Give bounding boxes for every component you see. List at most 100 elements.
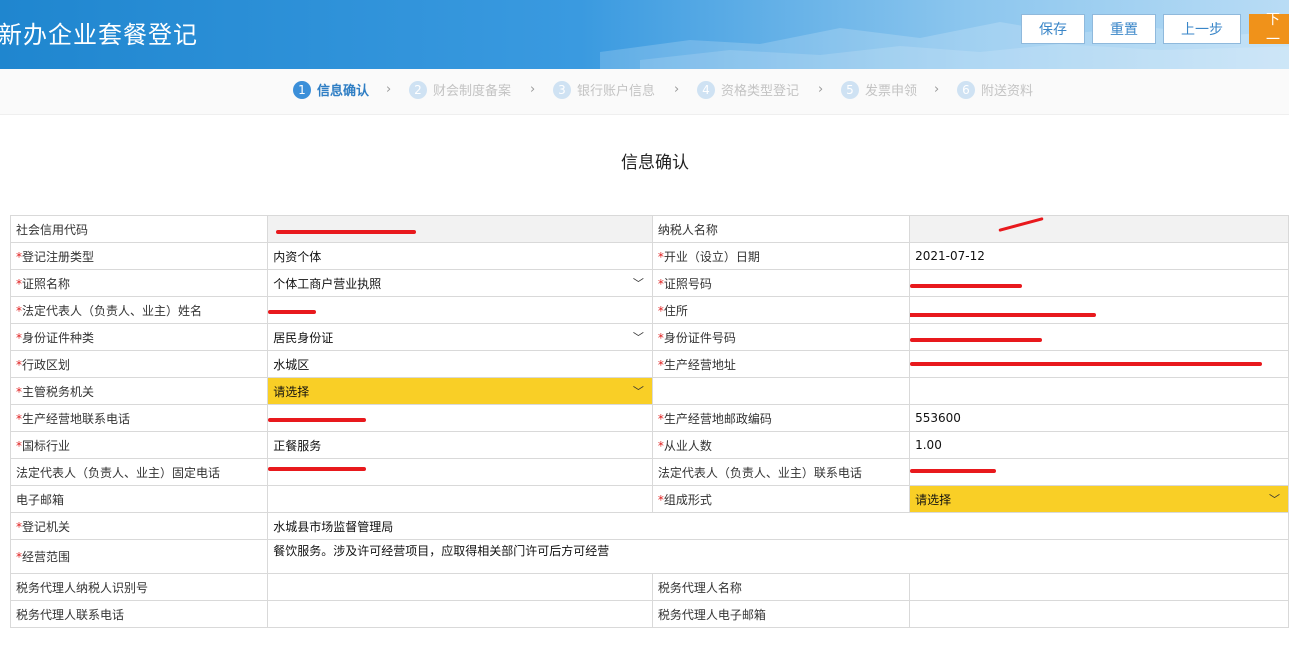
org-form-label: *组成形式 bbox=[651, 485, 911, 513]
empty-cell bbox=[909, 377, 1289, 405]
chevron-right-icon: › bbox=[934, 82, 940, 97]
step-number: 4 bbox=[697, 80, 715, 99]
step-bar: 1 信息确认 › 2 财会制度备案 › 3 银行账户信息 › 4 资格类型登记 … bbox=[0, 69, 1289, 115]
form-row: 社会信用代码 纳税人名称 bbox=[9, 215, 1289, 243]
agent-email-label: 税务代理人电子邮箱 bbox=[651, 600, 911, 628]
reg-authority-label: *登记机关 bbox=[9, 512, 269, 540]
id-type-label: *身份证件种类 bbox=[9, 323, 269, 351]
step-bank-account[interactable]: 3 银行账户信息 bbox=[553, 80, 655, 99]
step-label: 附送资料 bbox=[981, 84, 1034, 99]
industry-label: *国标行业 bbox=[9, 431, 269, 459]
tax-authority-label: *主管税务机关 bbox=[9, 377, 269, 405]
id-type-select[interactable]: 居民身份证 ﹀ bbox=[267, 323, 653, 351]
tax-authority-select[interactable]: 请选择 ﹀ bbox=[267, 377, 653, 405]
section-title: 信息确认 bbox=[621, 153, 689, 173]
id-no-label: *身份证件号码 bbox=[651, 323, 911, 351]
redaction-mark bbox=[910, 362, 1263, 366]
agent-tax-id-label: 税务代理人纳税人识别号 bbox=[9, 573, 269, 601]
open-date-label: *开业（设立）日期 bbox=[651, 242, 911, 270]
biz-scope-field: 餐饮服务。涉及许可经营项目，应取得相关部门许可后方可经营 bbox=[267, 539, 1289, 574]
redaction-mark bbox=[910, 469, 997, 473]
step-number: 6 bbox=[957, 80, 975, 99]
address-label: *住所 bbox=[651, 296, 911, 324]
admin-region-label: *行政区划 bbox=[9, 350, 269, 378]
chevron-down-icon: ﹀ bbox=[632, 277, 644, 290]
redaction-mark bbox=[268, 418, 367, 422]
form-row: 税务代理人纳税人识别号 税务代理人名称 bbox=[9, 573, 1289, 601]
form-row: *登记机关 水城县市场监督管理局 bbox=[9, 512, 1289, 540]
step-qualification[interactable]: 4 资格类型登记 bbox=[697, 80, 799, 99]
legal-landline-field[interactable] bbox=[267, 458, 653, 486]
step-number: 1 bbox=[293, 80, 311, 99]
license-name-label: *证照名称 bbox=[9, 269, 269, 297]
redaction-mark bbox=[910, 284, 1023, 288]
step-info-confirm[interactable]: 1 信息确认 bbox=[293, 80, 369, 99]
form-row: *生产经营地联系电话 *生产经营地邮政编码 553600 bbox=[9, 404, 1289, 432]
next-step-button[interactable]: 下一 bbox=[1249, 12, 1289, 48]
step-label: 财会制度备案 bbox=[433, 84, 512, 99]
empty-cell bbox=[651, 377, 911, 405]
legal-mobile-field[interactable] bbox=[909, 458, 1289, 486]
license-name-select[interactable]: 个体工商户营业执照 ﹀ bbox=[267, 269, 653, 297]
taxpayer-name-field bbox=[909, 215, 1289, 243]
email-field[interactable] bbox=[267, 485, 653, 513]
chevron-right-icon: › bbox=[530, 82, 536, 97]
step-label: 资格类型登记 bbox=[721, 84, 800, 99]
industry-field[interactable]: 正餐服务 bbox=[267, 431, 653, 459]
license-no-field[interactable] bbox=[909, 269, 1289, 297]
address-field[interactable] bbox=[909, 296, 1289, 324]
reg-type-field: 内资个体 bbox=[267, 242, 653, 270]
step-number: 2 bbox=[409, 80, 427, 99]
form-row: *证照名称 个体工商户营业执照 ﹀ *证照号码 bbox=[9, 269, 1289, 297]
redaction-mark bbox=[276, 230, 417, 234]
redaction-mark bbox=[998, 217, 1044, 232]
agent-tax-id-field[interactable] bbox=[267, 573, 653, 601]
reset-button[interactable]: 重置 bbox=[1092, 14, 1156, 44]
license-no-label: *证照号码 bbox=[651, 269, 911, 297]
form-row: *行政区划 水城区 *生产经营地址 bbox=[9, 350, 1289, 378]
biz-phone-field[interactable] bbox=[267, 404, 653, 432]
biz-address-label: *生产经营地址 bbox=[651, 350, 911, 378]
legal-landline-label: 法定代表人（负责人、业主）固定电话 bbox=[9, 458, 269, 486]
org-form-select[interactable]: 请选择 ﹀ bbox=[909, 485, 1289, 513]
agent-phone-field[interactable] bbox=[267, 600, 653, 628]
registration-form: 社会信用代码 纳税人名称 *登记注册类型 内资个体 *开业（设立）日期 2021… bbox=[9, 215, 1289, 628]
redaction-mark bbox=[268, 467, 367, 471]
id-no-field[interactable] bbox=[909, 323, 1289, 351]
form-row: 法定代表人（负责人、业主）固定电话 法定代表人（负责人、业主）联系电话 bbox=[9, 458, 1289, 486]
credit-code-field bbox=[267, 215, 653, 243]
employees-field[interactable]: 1.00 bbox=[909, 431, 1289, 459]
employees-label: *从业人数 bbox=[651, 431, 911, 459]
save-button[interactable]: 保存 bbox=[1021, 14, 1085, 44]
open-date-field[interactable]: 2021-07-12 bbox=[909, 242, 1289, 270]
form-row: 税务代理人联系电话 税务代理人电子邮箱 bbox=[9, 600, 1289, 628]
taxpayer-name-label: 纳税人名称 bbox=[651, 215, 911, 243]
form-row: 电子邮箱 *组成形式 请选择 ﹀ bbox=[9, 485, 1289, 513]
legal-name-field[interactable] bbox=[267, 296, 653, 324]
redaction-mark bbox=[268, 310, 317, 314]
email-label: 电子邮箱 bbox=[9, 485, 269, 513]
step-number: 3 bbox=[553, 80, 571, 99]
form-row: *主管税务机关 请选择 ﹀ bbox=[9, 377, 1289, 405]
redaction-mark bbox=[910, 313, 1097, 317]
step-number: 5 bbox=[841, 80, 859, 99]
form-row: *登记注册类型 内资个体 *开业（设立）日期 2021-07-12 bbox=[9, 242, 1289, 270]
chevron-down-icon: ﹀ bbox=[632, 385, 644, 398]
postcode-label: *生产经营地邮政编码 bbox=[651, 404, 911, 432]
step-accounting[interactable]: 2 财会制度备案 bbox=[409, 80, 511, 99]
step-invoice[interactable]: 5 发票申领 bbox=[841, 80, 917, 99]
step-attachments[interactable]: 6 附送资料 bbox=[957, 80, 1033, 99]
chevron-down-icon: ﹀ bbox=[632, 331, 644, 344]
postcode-field[interactable]: 553600 bbox=[909, 404, 1289, 432]
step-label: 银行账户信息 bbox=[577, 84, 656, 99]
step-label: 发票申领 bbox=[865, 84, 918, 99]
reg-type-label: *登记注册类型 bbox=[9, 242, 269, 270]
agent-name-label: 税务代理人名称 bbox=[651, 573, 911, 601]
credit-code-label: 社会信用代码 bbox=[9, 215, 269, 243]
agent-name-field[interactable] bbox=[909, 573, 1289, 601]
agent-email-field[interactable] bbox=[909, 600, 1289, 628]
form-row: *经营范围 餐饮服务。涉及许可经营项目，应取得相关部门许可后方可经营 bbox=[9, 539, 1289, 574]
prev-step-button[interactable]: 上一步 bbox=[1163, 14, 1241, 44]
biz-address-field[interactable] bbox=[909, 350, 1289, 378]
form-row: *法定代表人（负责人、业主）姓名 *住所 bbox=[9, 296, 1289, 324]
